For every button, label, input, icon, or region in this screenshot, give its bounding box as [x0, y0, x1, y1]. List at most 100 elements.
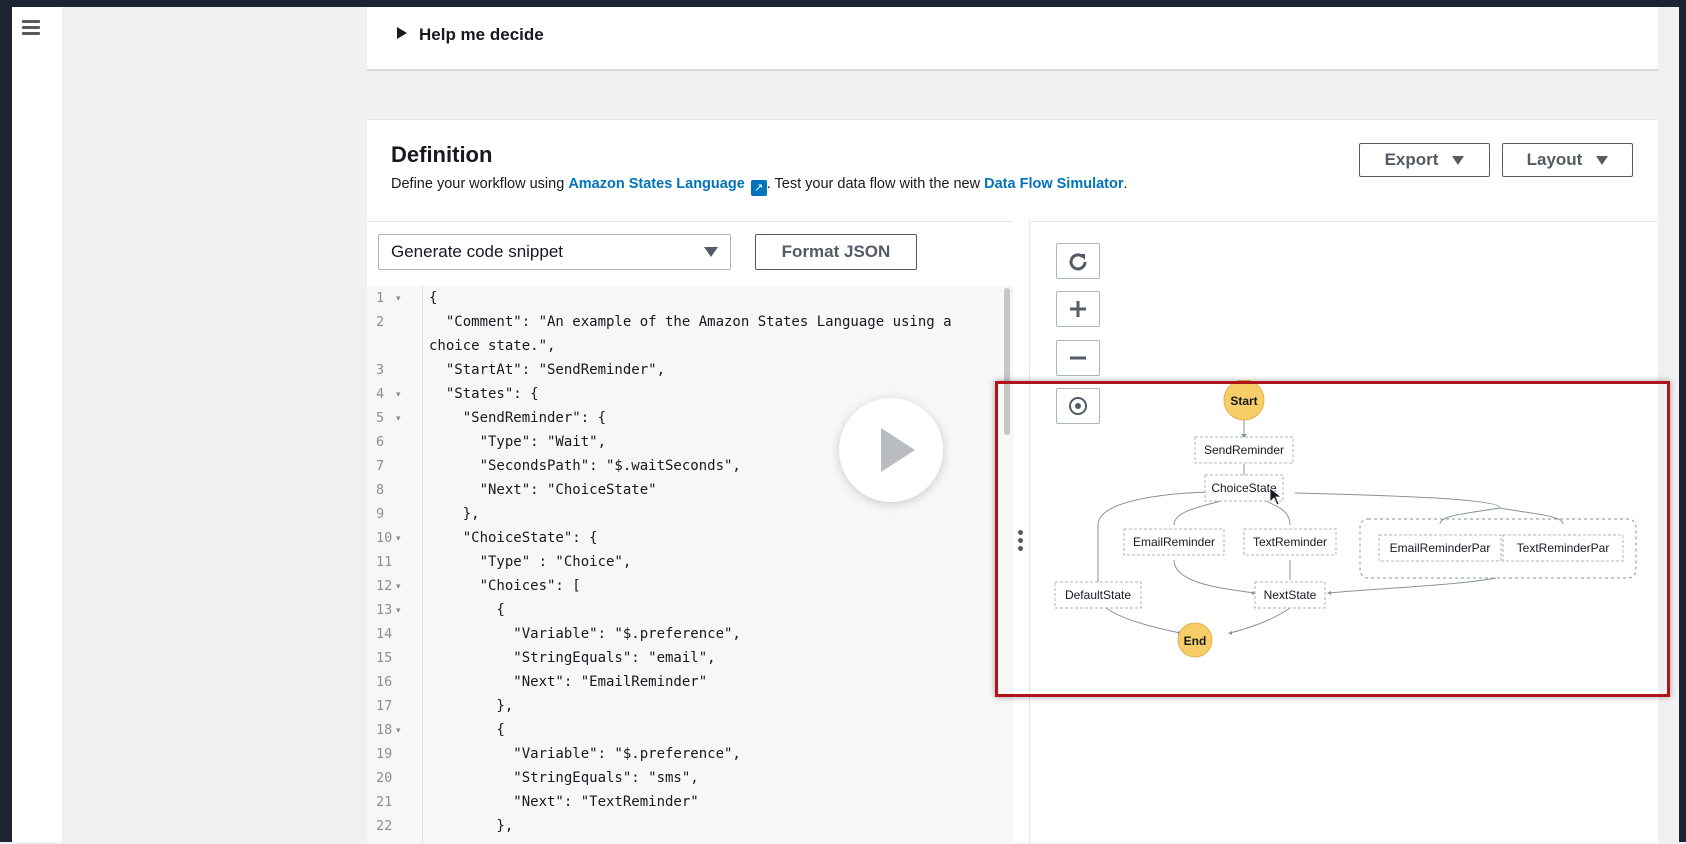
snippet-select-label: Generate code snippet — [391, 242, 564, 261]
refresh-icon[interactable] — [1056, 243, 1100, 279]
fold-toggle-icon[interactable]: ▾ — [396, 389, 401, 400]
code-line: "Next": "EmailReminder" — [429, 674, 708, 690]
layout-label: Layout — [1526, 150, 1583, 169]
plus-icon[interactable] — [1056, 291, 1100, 327]
code-line: "StartAt": "SendReminder", — [429, 362, 666, 378]
code-line: "States": { — [429, 386, 539, 402]
window-frame-right — [1679, 0, 1686, 842]
code-line: "Variable": "$.preference", — [429, 746, 741, 762]
code-line: }, — [429, 818, 514, 834]
help-me-decide-toggle[interactable]: Help me decide — [397, 25, 544, 45]
code-line: "Variable": "$.preference", — [429, 626, 741, 642]
code-line: "Next": "ChoiceState" — [429, 482, 657, 498]
generate-code-snippet-select[interactable]: Generate code snippet — [378, 234, 731, 270]
code-line: "StringEquals": "sms", — [429, 770, 699, 786]
line-number: 12 — [376, 578, 393, 594]
state-node-label: NextState — [1264, 588, 1317, 602]
code-line: { — [429, 722, 505, 738]
line-number: 20 — [376, 770, 393, 786]
line-number: 6 — [376, 434, 385, 450]
line-number: 1 — [376, 290, 385, 306]
pane-resize-handle[interactable] — [1018, 530, 1024, 554]
help-panel: Help me decide — [367, 7, 1658, 71]
fold-toggle-icon[interactable]: ▾ — [396, 605, 401, 616]
minus-icon[interactable] — [1056, 340, 1100, 376]
code-line: "ChoiceState": { — [429, 530, 598, 546]
code-line: "Type" : "Choice", — [429, 554, 632, 570]
format-json-button[interactable]: Format JSON — [755, 234, 917, 270]
line-number-gutter: 1 ▾ 2 3 4 ▾ 5 ▾ 6 7 8 9 10 ▾ 11 12 ▾ 13 ▾ 14 15 16 17 18 ▾ 19 20 21… — [367, 286, 423, 844]
line-number: 17 — [376, 698, 393, 714]
line-number: 14 — [376, 626, 393, 642]
end-node-label: End — [1184, 634, 1207, 648]
code-line: }, — [429, 506, 480, 522]
line-number: 9 — [376, 506, 385, 522]
side-nav-rail — [12, 7, 62, 842]
caret-down-icon — [1452, 155, 1465, 165]
state-node-label: EmailReminder — [1133, 535, 1215, 549]
page-title: Definition — [391, 142, 493, 167]
layout-button[interactable]: Layout — [1502, 143, 1633, 177]
menu-icon[interactable] — [22, 20, 40, 38]
export-button[interactable]: Export — [1359, 143, 1490, 177]
line-number: 8 — [376, 482, 385, 498]
editor-scrollbar[interactable] — [1004, 288, 1010, 435]
help-me-decide-label: Help me decide — [419, 25, 544, 44]
line-number: 3 — [376, 362, 385, 378]
line-number: 7 — [376, 458, 385, 474]
fold-toggle-icon[interactable]: ▾ — [396, 413, 401, 424]
code-line: "Next": "TextReminder" — [429, 794, 699, 810]
code-line: "SecondsPath": "$.waitSeconds", — [429, 458, 741, 474]
code-line: "Choices": [ — [429, 578, 581, 594]
expand-triangle-icon — [397, 27, 407, 39]
line-number: 2 — [376, 314, 385, 330]
fold-toggle-icon[interactable]: ▾ — [396, 293, 401, 304]
code-line: choice state.", — [429, 338, 556, 354]
line-number: 4 — [376, 386, 385, 402]
state-node-label: EmailReminderPar — [1390, 541, 1491, 555]
code-editor[interactable]: 1 ▾ 2 3 4 ▾ 5 ▾ 6 7 8 9 10 ▾ 11 12 ▾ 13 ▾ 14 15 16 17 18 ▾ 19 20 21… — [367, 286, 1013, 844]
workflow-graph[interactable]: Start End SendReminder ChoiceState EmailRe… — [1040, 380, 1645, 675]
line-number: 15 — [376, 650, 393, 666]
code-line: "SendReminder": { — [429, 410, 607, 426]
desc-middle: . Test your data flow with the new — [766, 176, 985, 192]
definition-description: Define your workflow using Amazon States… — [391, 176, 1128, 196]
line-number: 18 — [376, 722, 393, 738]
desc-prefix: Define your workflow using — [391, 176, 569, 192]
caret-down-icon — [1596, 155, 1609, 165]
window-frame-top — [0, 0, 1686, 7]
fold-toggle-icon[interactable]: ▾ — [396, 581, 401, 592]
start-node-label: Start — [1230, 394, 1257, 408]
code-line: "Type": "Wait", — [429, 434, 607, 450]
code-line: { — [429, 602, 505, 618]
play-icon[interactable] — [839, 398, 943, 502]
amazon-states-language-link[interactable]: Amazon States Language — [568, 176, 744, 192]
line-number: 5 — [376, 410, 385, 426]
external-link-icon[interactable]: ↗ — [750, 180, 767, 196]
code-line: "Comment": "An example of the Amazon Sta… — [429, 314, 952, 330]
window-frame-left — [0, 0, 12, 842]
code-editor-pane: Generate code snippet Format JSON 1 ▾ 2 3 4 ▾… — [367, 221, 1013, 844]
line-number: 13 — [376, 602, 393, 618]
state-node-label: ChoiceState — [1211, 481, 1277, 495]
line-number: 19 — [376, 746, 393, 762]
line-number: 21 — [376, 794, 393, 810]
state-node-label: TextReminderPar — [1517, 541, 1610, 555]
caret-down-icon — [704, 247, 718, 257]
line-number: 22 — [376, 818, 393, 834]
state-node-label: SendReminder — [1204, 443, 1284, 457]
line-number: 10 — [376, 530, 393, 546]
desc-suffix: . — [1123, 176, 1128, 192]
fold-toggle-icon[interactable]: ▾ — [396, 725, 401, 736]
state-node-label: TextReminder — [1253, 535, 1327, 549]
state-node-label: DefaultState — [1065, 588, 1131, 602]
code-line: "StringEquals": "email", — [429, 650, 716, 666]
line-number: 11 — [376, 554, 393, 570]
fold-toggle-icon[interactable]: ▾ — [396, 533, 401, 544]
graph-nodes: SendReminder ChoiceState EmailReminder Text… — [1054, 436, 1624, 609]
code-line: { — [429, 290, 438, 306]
line-number: 16 — [376, 674, 393, 690]
data-flow-simulator-link[interactable]: Data Flow Simulator — [984, 176, 1123, 192]
export-label: Export — [1384, 150, 1439, 169]
code-line: }, — [429, 698, 514, 714]
